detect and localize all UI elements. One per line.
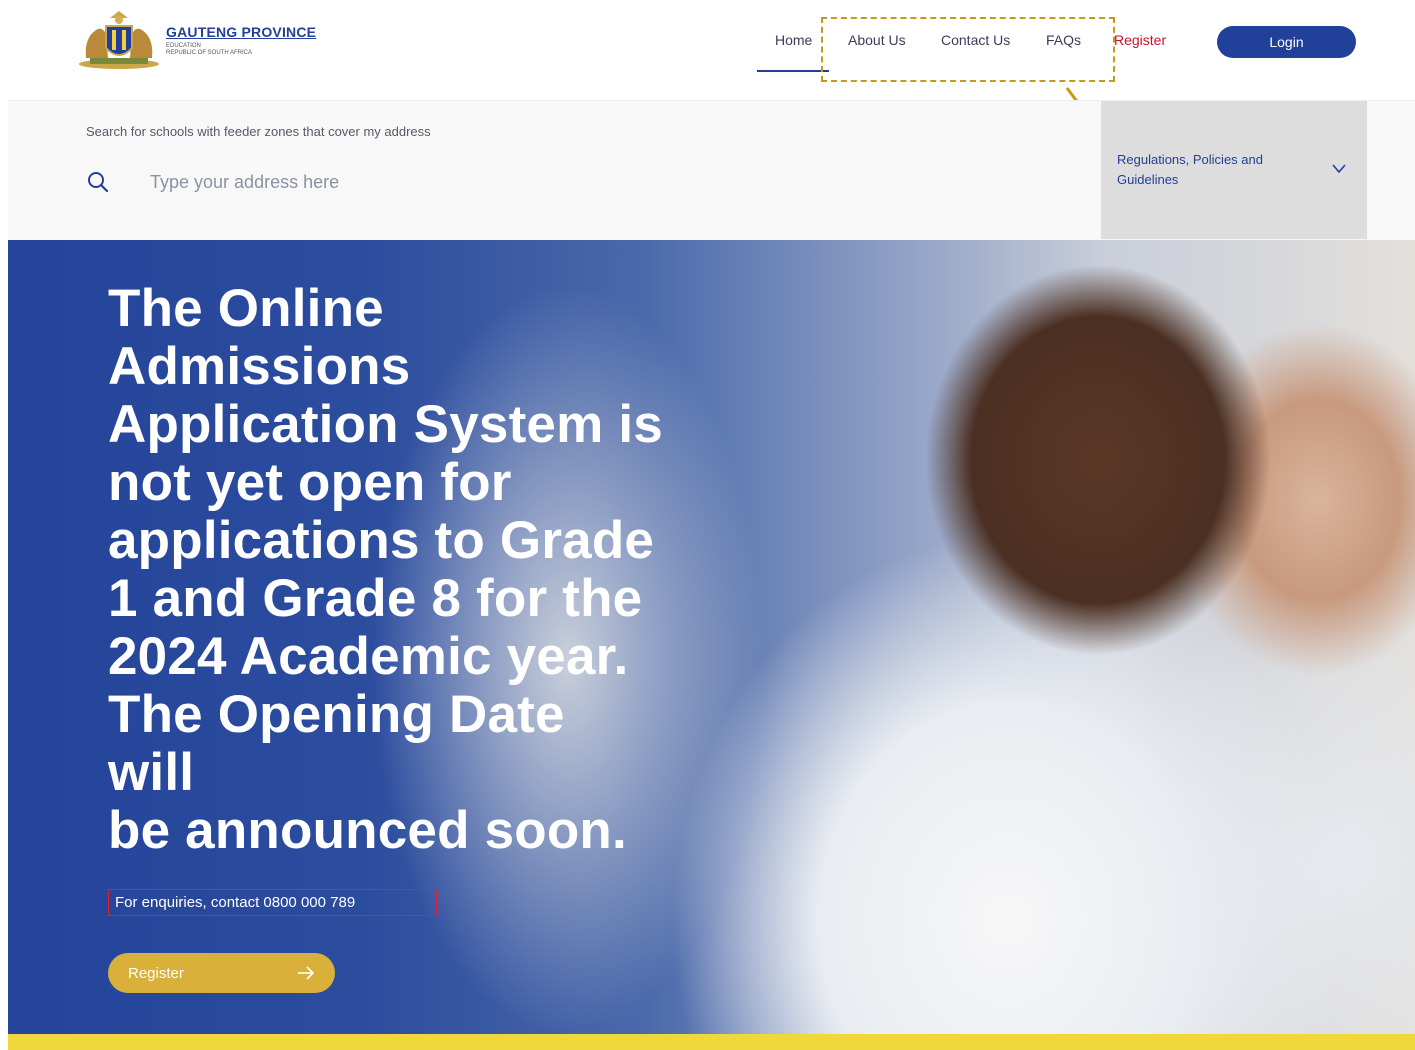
headline-line: The Online (108, 279, 384, 338)
headline-line: will (108, 743, 195, 802)
annotation-dashed-box (821, 17, 1115, 82)
enquiries-contact: For enquiries, contact 0800 000 789 (108, 889, 437, 916)
search-label: Search for schools with feeder zones tha… (86, 124, 431, 139)
arrow-right-icon (298, 966, 315, 980)
login-button[interactable]: Login (1217, 26, 1356, 58)
headline-line: Admissions (108, 337, 411, 396)
nav-register[interactable]: Register (1114, 32, 1166, 48)
address-search-input[interactable] (150, 167, 750, 197)
hero-banner: The Online Admissions Application System… (8, 240, 1415, 1034)
headline-line: applications to Grade (108, 511, 655, 570)
hero-headline: The Online Admissions Application System… (108, 280, 728, 860)
logo-title: GAUTENG PROVINCE (166, 23, 317, 40)
active-tab-indicator (757, 70, 829, 72)
regulations-label: Regulations, Policies and Guidelines (1117, 152, 1263, 187)
site-header: GAUTENG PROVINCE EDUCATION REPUBLIC OF S… (0, 0, 1415, 100)
headline-line: 1 and Grade 8 for the (108, 569, 643, 628)
headline-line: not yet open for (108, 453, 512, 512)
headline-line: The Opening Date (108, 685, 565, 744)
headline-line: be announced soon. (108, 801, 627, 860)
search-icon[interactable] (86, 170, 110, 194)
logo-subtitle: EDUCATION (166, 42, 201, 49)
chevron-down-icon (1332, 164, 1346, 174)
coat-of-arms-icon (79, 11, 159, 69)
site-logo[interactable]: GAUTENG PROVINCE EDUCATION REPUBLIC OF S… (76, 8, 316, 72)
hero-register-label: Register (128, 964, 184, 982)
headline-line: 2024 Academic year. (108, 627, 629, 686)
nav-home[interactable]: Home (775, 32, 812, 48)
footer-accent-band (8, 1034, 1415, 1050)
headline-line: Application System is (108, 395, 663, 454)
regulations-dropdown[interactable]: Regulations, Policies and Guidelines (1101, 101, 1367, 239)
logo-country: REPUBLIC OF SOUTH AFRICA (166, 49, 253, 56)
hero-register-button[interactable]: Register (108, 953, 335, 993)
